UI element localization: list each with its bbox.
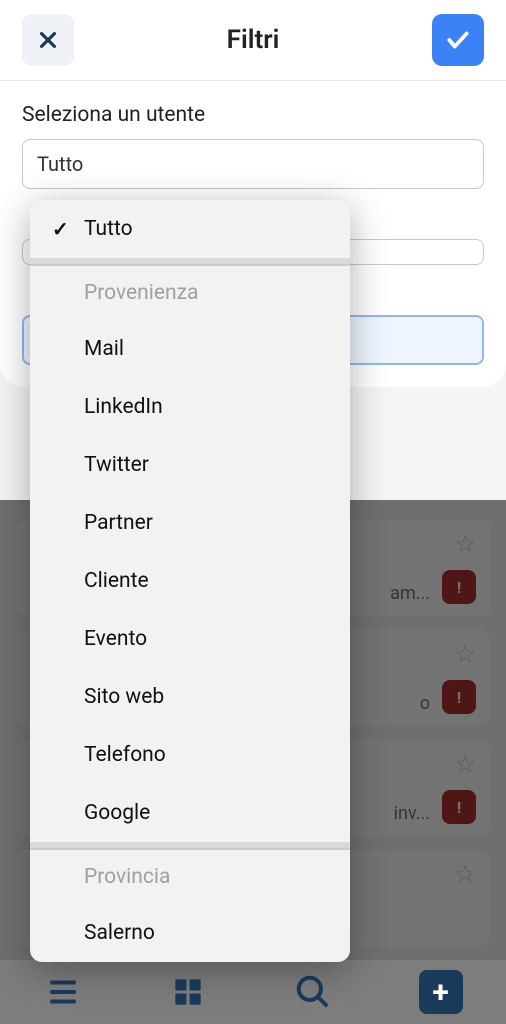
dropdown-item-tutto[interactable]: Tutto [30,200,350,258]
dropdown-item-twitter[interactable]: Twitter [30,436,350,494]
dropdown-item-evento[interactable]: Evento [30,610,350,668]
close-icon [37,29,59,51]
check-icon [445,27,471,53]
user-select[interactable]: Tutto [22,139,484,189]
dropdown-item-sitoweb[interactable]: Sito web [30,668,350,726]
dropdown-menu: Tutto Provenienza Mail LinkedIn Twitter … [30,200,350,962]
confirm-button[interactable] [432,14,484,66]
dropdown-item-telefono[interactable]: Telefono [30,726,350,784]
dropdown-group-provenienza: Provenienza [30,264,350,320]
search-icon[interactable] [294,973,332,1011]
dropdown-item-partner[interactable]: Partner [30,494,350,552]
dropdown-item-salerno[interactable]: Salerno [30,904,350,962]
bottom-nav: + [0,960,506,1024]
dropdown-item-google[interactable]: Google [30,784,350,842]
plus-icon: + [432,975,448,1010]
dropdown-item-mail[interactable]: Mail [30,320,350,378]
dropdown-group-provincia: Provincia [30,848,350,904]
page-title: Filtri [227,25,280,55]
dropdown-item-linkedin[interactable]: LinkedIn [30,378,350,436]
dropdown-item-cliente[interactable]: Cliente [30,552,350,610]
grid-icon[interactable] [169,973,207,1011]
add-button[interactable]: + [419,970,463,1014]
close-button[interactable] [22,14,74,66]
header: Filtri [0,0,506,81]
list-icon[interactable] [44,973,82,1011]
user-select-label: Seleziona un utente [22,103,484,127]
